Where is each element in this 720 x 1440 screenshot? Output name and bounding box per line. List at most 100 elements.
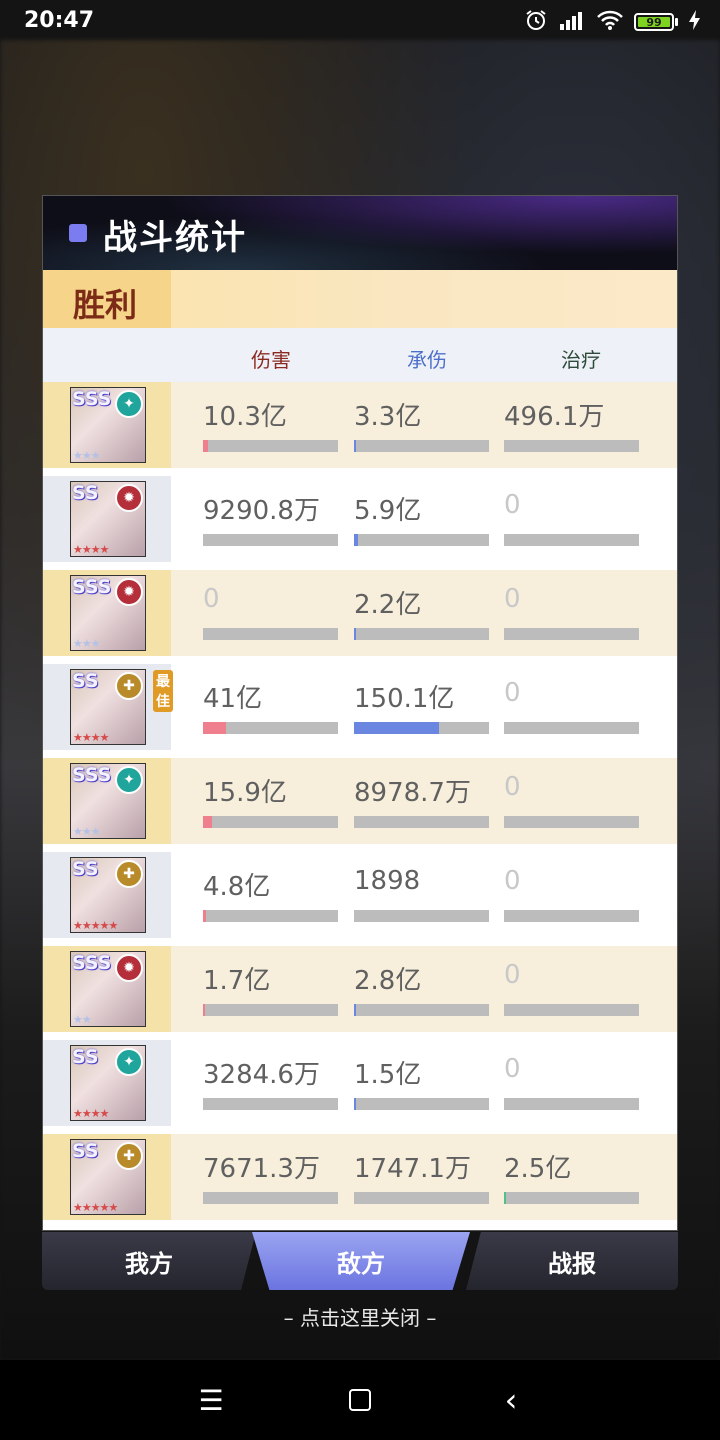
damage-bar-fill: [203, 1004, 205, 1016]
avatar-cell: SSS ✦ ★★★: [43, 382, 171, 468]
heal-cell: 0: [504, 570, 640, 656]
heal-value: 0: [504, 678, 521, 708]
heal-bar-fill: [504, 1192, 506, 1204]
cyan-element-icon: ✦: [115, 390, 143, 418]
tab-mine[interactable]: 我方: [42, 1232, 256, 1290]
stats-row[interactable]: SSS ✹ ★★ 1.7亿 2.8亿 0: [43, 946, 677, 1032]
header-damage: 伤害: [251, 348, 291, 372]
result-label: 胜利: [73, 286, 138, 324]
damage-cell: 1.7亿: [203, 946, 339, 1032]
taken-value: 8978.7万: [354, 778, 471, 808]
stats-row[interactable]: SSS ✹ ★★★ 0 2.2亿 0: [43, 570, 677, 656]
hero-avatar[interactable]: SS ✹ ★★★★: [70, 481, 146, 557]
heal-value: 0: [504, 490, 521, 520]
hero-avatar[interactable]: SS ✚ ★★★★: [70, 669, 146, 745]
hero-avatar[interactable]: SS ✚ ★★★★★: [70, 1139, 146, 1215]
damage-value: 15.9亿: [203, 778, 287, 808]
taken-value: 1747.1万: [354, 1154, 471, 1184]
taken-value: 5.9亿: [354, 496, 422, 526]
taken-cell: 2.8亿: [354, 946, 490, 1032]
damage-value: 0: [203, 584, 220, 614]
stats-row[interactable]: SS ✚ ★★★★★ 4.8亿 1898 0: [43, 852, 677, 938]
damage-cell: 0: [203, 570, 339, 656]
damage-cell: 7671.3万: [203, 1134, 339, 1220]
taken-bar-fill: [354, 1098, 356, 1110]
stats-row[interactable]: SS ✦ ★★★★ 3284.6万 1.5亿 0: [43, 1040, 677, 1126]
hero-avatar[interactable]: SSS ✦ ★★★: [70, 387, 146, 463]
tab-enemy[interactable]: 敌方: [252, 1232, 470, 1290]
heal-cell: 0: [504, 664, 640, 750]
taken-cell: 5.9亿: [354, 476, 490, 562]
taken-bar: [354, 1192, 489, 1204]
red-element-icon: ✹: [115, 484, 143, 512]
hero-avatar[interactable]: SSS ✹ ★★★: [70, 575, 146, 651]
stats-row[interactable]: SS ✚ ★★★★★ 7671.3万 1747.1万 2.5亿: [43, 1134, 677, 1220]
damage-bar-fill: [203, 440, 208, 452]
heal-cell: 0: [504, 852, 640, 938]
tab-mine-label: 我方: [125, 1248, 173, 1278]
taken-cell: 8978.7万: [354, 758, 490, 844]
damage-bar: [203, 1004, 338, 1016]
column-headers: 伤害 承伤 治疗: [43, 328, 677, 382]
stats-row[interactable]: SS ✹ ★★★★ 9290.8万 5.9亿 0: [43, 476, 677, 562]
taken-value: 2.8亿: [354, 966, 422, 996]
red-element-icon: ✹: [115, 954, 143, 982]
side-tabs: 我方 敌方 战报: [42, 1232, 678, 1290]
hero-avatar[interactable]: SS ✦ ★★★★: [70, 1045, 146, 1121]
taken-cell: 2.2亿: [354, 570, 490, 656]
stats-list[interactable]: SSS ✦ ★★★ 10.3亿 3.3亿 496.1万 SS ✹ ★★★★ 9290.8万 5.9亿…: [43, 382, 677, 1228]
charging-icon: [688, 9, 702, 35]
hero-avatar[interactable]: SSS ✹ ★★: [70, 951, 146, 1027]
avatar-cell: SS ✹ ★★★★: [43, 476, 171, 562]
taken-cell: 3.3亿: [354, 382, 490, 468]
heal-cell: 0: [504, 946, 640, 1032]
heal-bar: [504, 910, 639, 922]
wifi-icon: [596, 9, 624, 35]
damage-bar: [203, 440, 338, 452]
best-badge: 最佳: [153, 670, 173, 712]
rank-badge: SS: [72, 670, 99, 692]
stats-row[interactable]: SSS ✦ ★★★ 15.9亿 8978.7万 0: [43, 758, 677, 844]
star-rating: ★★★★★: [73, 1201, 118, 1214]
dialog-title: 战斗统计: [103, 218, 247, 258]
red-element-icon: ✹: [115, 578, 143, 606]
avatar-cell: SS ✚ ★★★★★: [43, 1134, 171, 1220]
header-taken: 承伤: [407, 348, 447, 372]
hero-avatar[interactable]: SSS ✦ ★★★: [70, 763, 146, 839]
taken-bar-fill: [354, 1004, 356, 1016]
battery-level: 99: [638, 17, 670, 28]
heal-bar: [504, 1098, 639, 1110]
taken-bar: [354, 628, 489, 640]
taken-bar: [354, 816, 489, 828]
star-rating: ★★★★★: [73, 919, 118, 932]
taken-bar: [354, 910, 489, 922]
tab-report[interactable]: 战报: [466, 1232, 678, 1290]
avatar-cell: SS ✦ ★★★★: [43, 1040, 171, 1126]
home-icon[interactable]: [340, 1382, 380, 1418]
status-time: 20:47: [24, 8, 95, 33]
damage-cell: 9290.8万: [203, 476, 339, 562]
avatar-cell: SSS ✹ ★★: [43, 946, 171, 1032]
hero-avatar[interactable]: SS ✚ ★★★★★: [70, 857, 146, 933]
star-rating: ★★★★: [73, 1107, 109, 1120]
rank-badge: SSS: [72, 952, 112, 974]
damage-value: 1.7亿: [203, 966, 271, 996]
taken-cell: 1898: [354, 852, 490, 938]
damage-bar: [203, 816, 338, 828]
damage-bar-fill: [203, 816, 212, 828]
damage-cell: 15.9亿: [203, 758, 339, 844]
close-hint[interactable]: – 点击这里关闭 –: [0, 1302, 720, 1331]
damage-cell: 10.3亿: [203, 382, 339, 468]
heal-value: 2.5亿: [504, 1154, 572, 1184]
back-icon[interactable]: ‹: [491, 1381, 531, 1419]
tab-report-label: 战报: [548, 1248, 596, 1278]
menu-icon[interactable]: ☰: [191, 1382, 231, 1418]
stats-row[interactable]: SSS ✦ ★★★ 10.3亿 3.3亿 496.1万: [43, 382, 677, 468]
star-rating: ★★★: [73, 449, 101, 462]
damage-bar: [203, 722, 338, 734]
rank-badge: SS: [72, 858, 99, 880]
rank-badge: SSS: [72, 388, 112, 410]
taken-bar: [354, 440, 489, 452]
stats-row[interactable]: SS ✚ ★★★★ 最佳 41亿 150.1亿 0: [43, 664, 677, 750]
taken-bar: [354, 1004, 489, 1016]
